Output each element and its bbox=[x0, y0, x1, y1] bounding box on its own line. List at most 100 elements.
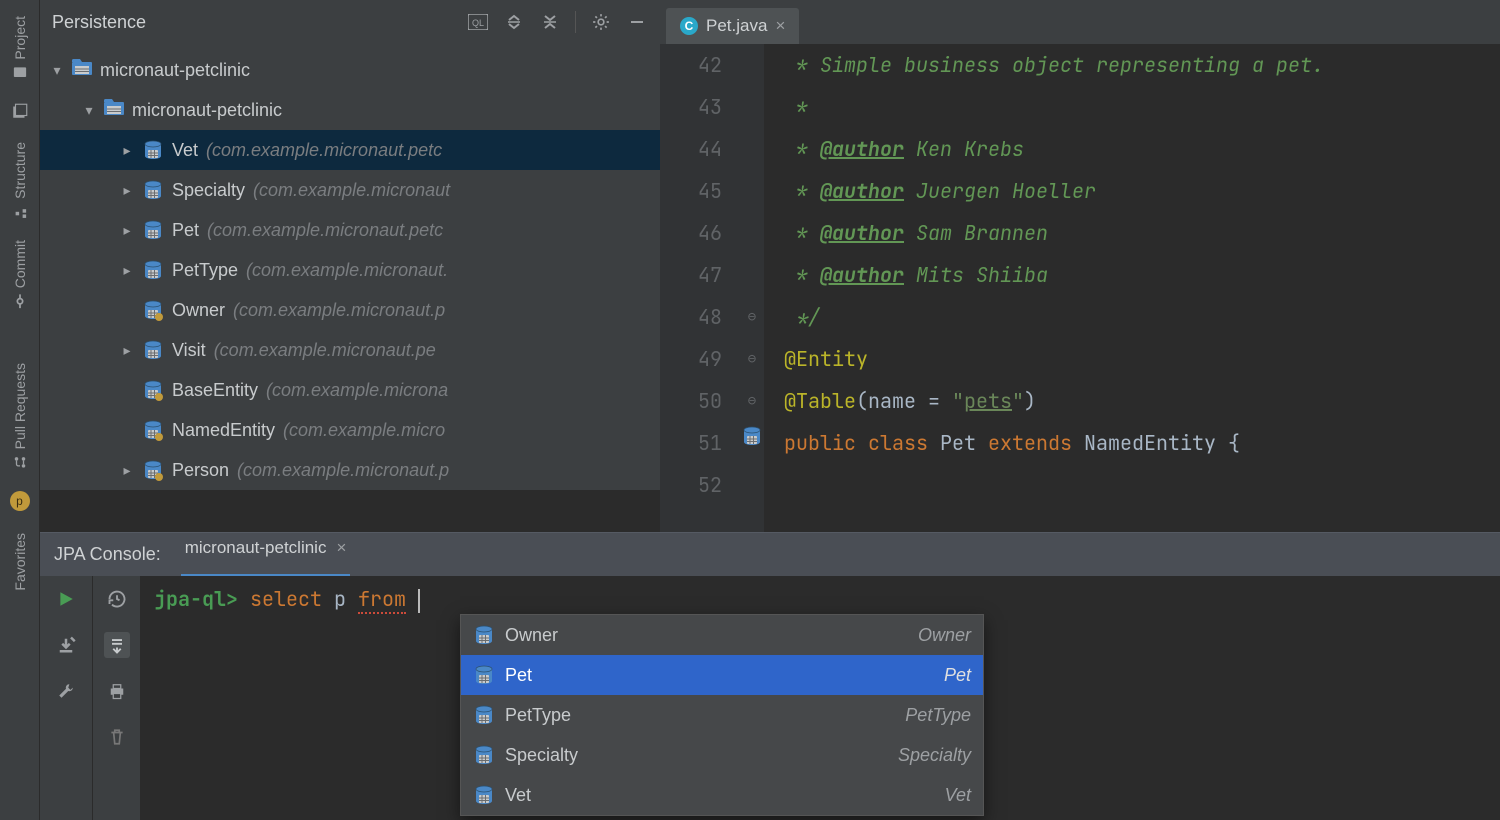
gutter-structure[interactable]: Structure bbox=[12, 142, 28, 219]
tree-arrow-icon[interactable]: ▾ bbox=[82, 102, 96, 119]
completion-item-pettype[interactable]: PetTypePetType bbox=[461, 695, 983, 735]
code-line-44[interactable]: * @author Ken Krebs bbox=[784, 128, 1500, 170]
tree-item-package: (com.example.micro bbox=[283, 420, 445, 441]
keyword-from: from bbox=[358, 586, 406, 614]
jpa-console-header: JPA Console: micronaut-petclinic × bbox=[40, 532, 1500, 576]
tree-item-name: micronaut-petclinic bbox=[100, 60, 250, 81]
jpa-toolbar-1 bbox=[40, 576, 92, 820]
tree-item-package: (com.example.microna bbox=[266, 380, 448, 401]
panel-title: Persistence bbox=[52, 12, 453, 33]
gear-icon[interactable] bbox=[590, 11, 612, 33]
jpa-title: JPA Console: bbox=[54, 544, 161, 565]
trash-icon[interactable] bbox=[104, 724, 130, 750]
text-caret bbox=[418, 589, 420, 613]
code-line-50[interactable]: @Table(name = "pets") bbox=[784, 380, 1500, 422]
tree-item-visit[interactable]: ▸ Visit (com.example.micronaut.pe bbox=[40, 330, 660, 370]
tree-item-person[interactable]: ▸ Person (com.example.micronaut.p bbox=[40, 450, 660, 490]
code-line-48[interactable]: */ bbox=[784, 296, 1500, 338]
tree-item-baseentity[interactable]: BaseEntity (com.example.microna bbox=[40, 370, 660, 410]
editor: C Pet.java × 4243444546474849505152 ⊖⊖⊖ … bbox=[660, 0, 1500, 532]
gutter-commit[interactable]: Commit bbox=[12, 240, 28, 308]
header-divider bbox=[575, 11, 576, 33]
tree-item-pettype[interactable]: ▸ PetType (com.example.micronaut. bbox=[40, 250, 660, 290]
completion-name: PetType bbox=[505, 705, 571, 726]
completion-item-vet[interactable]: VetVet bbox=[461, 775, 983, 815]
tree-arrow-icon[interactable]: ▸ bbox=[120, 222, 134, 239]
query-alias: p bbox=[334, 586, 346, 612]
tree-item-name: BaseEntity bbox=[172, 380, 258, 401]
tree-item-package: (com.example.micronaut.petc bbox=[206, 140, 442, 161]
gutter-pull-requests[interactable]: Pull Requests bbox=[12, 363, 28, 469]
tree-item-name: Owner bbox=[172, 300, 225, 321]
scroll-down-icon[interactable] bbox=[104, 632, 130, 658]
jpa-tab[interactable]: micronaut-petclinic × bbox=[181, 533, 351, 577]
tab-pet-java[interactable]: C Pet.java × bbox=[666, 8, 799, 44]
tree-arrow-icon[interactable]: ▸ bbox=[120, 142, 134, 159]
tree-arrow-icon[interactable]: ▾ bbox=[50, 62, 64, 79]
completion-item-owner[interactable]: OwnerOwner bbox=[461, 615, 983, 655]
tree-item-package: (com.example.micronaut. bbox=[246, 260, 448, 281]
avatar-badge[interactable]: p bbox=[10, 491, 30, 511]
tree-item-namedentity[interactable]: NamedEntity (com.example.micro bbox=[40, 410, 660, 450]
code-line-49[interactable]: @Entity bbox=[784, 338, 1500, 380]
files-icon[interactable] bbox=[11, 102, 29, 120]
tree-arrow-icon[interactable]: ▸ bbox=[120, 342, 134, 359]
code-area[interactable]: 4243444546474849505152 ⊖⊖⊖ * Simple busi… bbox=[660, 44, 1500, 532]
close-icon[interactable]: × bbox=[336, 538, 346, 558]
tree-item-micronaut-petclinic[interactable]: ▾ micronaut-petclinic bbox=[40, 90, 660, 130]
collapse-all-icon[interactable] bbox=[539, 11, 561, 33]
jpa-prompt: jpa-ql> bbox=[154, 586, 238, 612]
code-line-46[interactable]: * @author Sam Brannen bbox=[784, 212, 1500, 254]
tree-item-package: (com.example.micronaut.pe bbox=[214, 340, 436, 361]
tree-item-vet[interactable]: ▸ Vet (com.example.micronaut.petc bbox=[40, 130, 660, 170]
tree-arrow-icon[interactable]: ▸ bbox=[120, 262, 134, 279]
run-icon[interactable] bbox=[53, 586, 79, 612]
completion-name: Pet bbox=[505, 665, 532, 686]
fold-gutter: ⊖⊖⊖ bbox=[740, 44, 764, 532]
completion-type: Specialty bbox=[898, 745, 971, 766]
code-line-43[interactable]: * bbox=[784, 86, 1500, 128]
class-badge-icon: C bbox=[680, 17, 698, 35]
print-icon[interactable] bbox=[104, 678, 130, 704]
tree-item-name: Vet bbox=[172, 140, 198, 161]
completion-popup[interactable]: OwnerOwner Pet Pet PetTypePetType Special… bbox=[460, 614, 984, 816]
tree-item-name: Person bbox=[172, 460, 229, 481]
svg-text:QL: QL bbox=[472, 18, 484, 28]
wrench-icon[interactable] bbox=[53, 678, 79, 704]
tree-item-package: (com.example.micronaut bbox=[253, 180, 450, 201]
tree-item-pet[interactable]: ▸ Pet (com.example.micronaut.petc bbox=[40, 210, 660, 250]
line-number-gutter: 4243444546474849505152 bbox=[660, 44, 740, 532]
ql-console-icon[interactable]: QL bbox=[467, 11, 489, 33]
code-body[interactable]: * Simple business object representing a … bbox=[764, 44, 1500, 532]
completion-name: Specialty bbox=[505, 745, 578, 766]
minimize-icon[interactable] bbox=[626, 11, 648, 33]
tree-item-specialty[interactable]: ▸ Specialty (com.example.micronaut bbox=[40, 170, 660, 210]
close-icon[interactable]: × bbox=[775, 16, 785, 36]
code-line-47[interactable]: * @author Mits Shiiba bbox=[784, 254, 1500, 296]
gutter-favorites[interactable]: Favorites bbox=[12, 533, 28, 591]
export-icon[interactable] bbox=[53, 632, 79, 658]
code-line-51[interactable]: public class Pet extends NamedEntity { bbox=[784, 422, 1500, 464]
code-line-42[interactable]: * Simple business object representing a … bbox=[784, 44, 1500, 86]
persistence-tree[interactable]: ▾ micronaut-petclinic ▾ micronaut-petcli… bbox=[40, 44, 660, 490]
completion-item-specialty[interactable]: Specialty Specialty bbox=[461, 735, 983, 775]
tree-item-name: NamedEntity bbox=[172, 420, 275, 441]
completion-type: Pet bbox=[944, 665, 971, 686]
tree-item-package: (com.example.micronaut.p bbox=[237, 460, 449, 481]
gutter-project[interactable]: Project bbox=[12, 16, 28, 80]
tool-window-gutter: Project Structure Commit Pull Requests p… bbox=[0, 0, 40, 820]
tree-item-owner[interactable]: Owner (com.example.micronaut.p bbox=[40, 290, 660, 330]
completion-type: Owner bbox=[918, 625, 971, 646]
completion-item-pet[interactable]: Pet Pet bbox=[461, 655, 983, 695]
tree-item-name: micronaut-petclinic bbox=[132, 100, 282, 121]
tree-item-micronaut-petclinic[interactable]: ▾ micronaut-petclinic bbox=[40, 50, 660, 90]
tree-arrow-icon[interactable]: ▸ bbox=[120, 182, 134, 199]
jpa-toolbar-2 bbox=[92, 576, 140, 820]
expand-all-icon[interactable] bbox=[503, 11, 525, 33]
code-line-52[interactable] bbox=[784, 464, 1500, 506]
persistence-header: Persistence QL bbox=[40, 0, 660, 44]
code-line-45[interactable]: * @author Juergen Hoeller bbox=[784, 170, 1500, 212]
history-icon[interactable] bbox=[104, 586, 130, 612]
keyword-select: select bbox=[250, 586, 322, 612]
tree-arrow-icon[interactable]: ▸ bbox=[120, 462, 134, 479]
